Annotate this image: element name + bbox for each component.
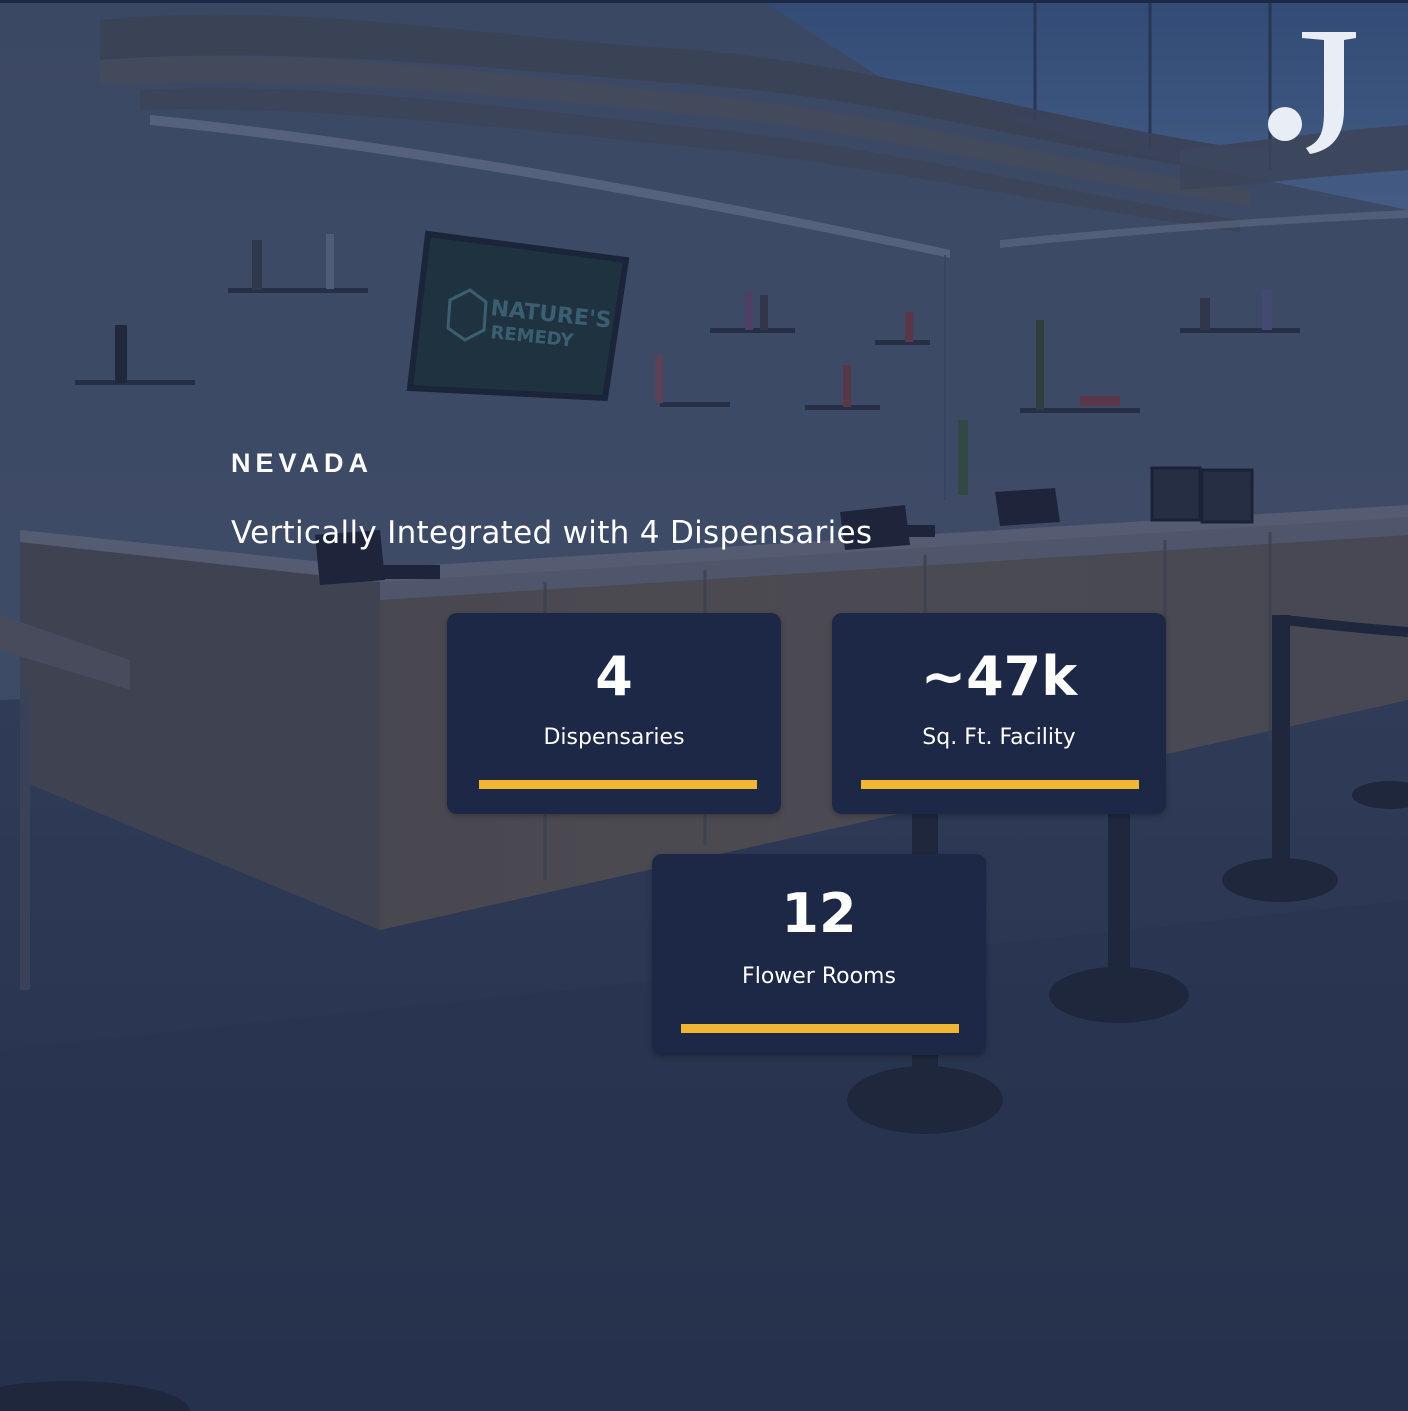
stat-accent-bar: [479, 780, 757, 789]
stat-card-dispensaries: 4 Dispensaries: [447, 613, 781, 814]
stat-value: 4: [595, 645, 633, 708]
company-logo: [1262, 28, 1362, 158]
stat-accent-bar: [681, 1024, 959, 1033]
stat-label: Flower Rooms: [742, 964, 896, 989]
headline: Vertically Integrated with 4 Dispensarie…: [231, 515, 873, 551]
stat-accent-bar: [861, 780, 1139, 789]
section-label: NEVADA: [231, 448, 374, 478]
stat-card-facility: ~47k Sq. Ft. Facility: [832, 613, 1166, 814]
stat-card-flower-rooms: 12 Flower Rooms: [652, 854, 986, 1055]
stat-value: 12: [781, 882, 857, 945]
stat-value: ~47k: [920, 645, 1078, 708]
top-rule: [0, 0, 1408, 3]
stat-label: Sq. Ft. Facility: [922, 725, 1076, 750]
stat-label: Dispensaries: [543, 725, 685, 750]
